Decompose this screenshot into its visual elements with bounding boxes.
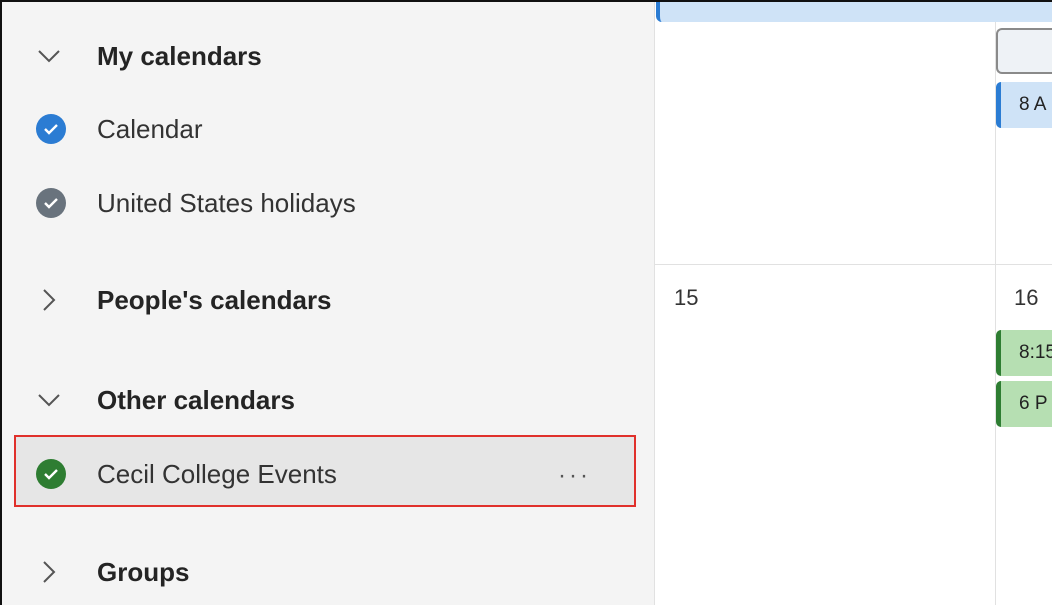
calendar-label: United States holidays (97, 187, 356, 218)
day-number[interactable]: 16 (1014, 285, 1038, 311)
calendar-item-cecil-college-events[interactable]: Cecil College Events ··· (2, 444, 654, 504)
section-my-calendars[interactable]: My calendars (2, 26, 654, 86)
section-title: People's calendars (97, 284, 332, 315)
calendar-event[interactable]: 8 A (996, 82, 1052, 128)
section-groups[interactable]: Groups (2, 542, 654, 602)
grid-divider (655, 264, 1052, 265)
calendar-label: Cecil College Events (97, 458, 337, 489)
chevron-right-icon[interactable] (38, 561, 60, 583)
section-title: Groups (97, 556, 190, 587)
section-other-calendars[interactable]: Other calendars (2, 370, 654, 430)
calendar-item-us-holidays[interactable]: United States holidays (2, 173, 654, 233)
checkmark-icon[interactable] (36, 114, 66, 144)
calendar-event[interactable] (656, 2, 1052, 22)
section-peoples-calendars[interactable]: People's calendars (2, 270, 654, 330)
more-options-button[interactable]: ··· (558, 462, 591, 490)
calendar-item-calendar[interactable]: Calendar (2, 99, 654, 159)
grid-divider (654, 2, 655, 605)
calendar-label: Calendar (97, 113, 203, 144)
section-title: My calendars (97, 40, 262, 71)
calendar-sidebar: My calendars Calendar United States holi… (2, 2, 654, 605)
chevron-right-icon[interactable] (38, 289, 60, 311)
calendar-event[interactable]: 8:15 (996, 330, 1052, 376)
checkmark-icon[interactable] (36, 188, 66, 218)
calendar-event[interactable] (996, 28, 1052, 74)
calendar-event[interactable]: 6 P (996, 381, 1052, 427)
checkmark-icon[interactable] (36, 459, 66, 489)
chevron-down-icon[interactable] (38, 389, 60, 411)
chevron-down-icon[interactable] (38, 45, 60, 67)
day-number[interactable]: 15 (674, 285, 698, 311)
section-title: Other calendars (97, 384, 295, 415)
